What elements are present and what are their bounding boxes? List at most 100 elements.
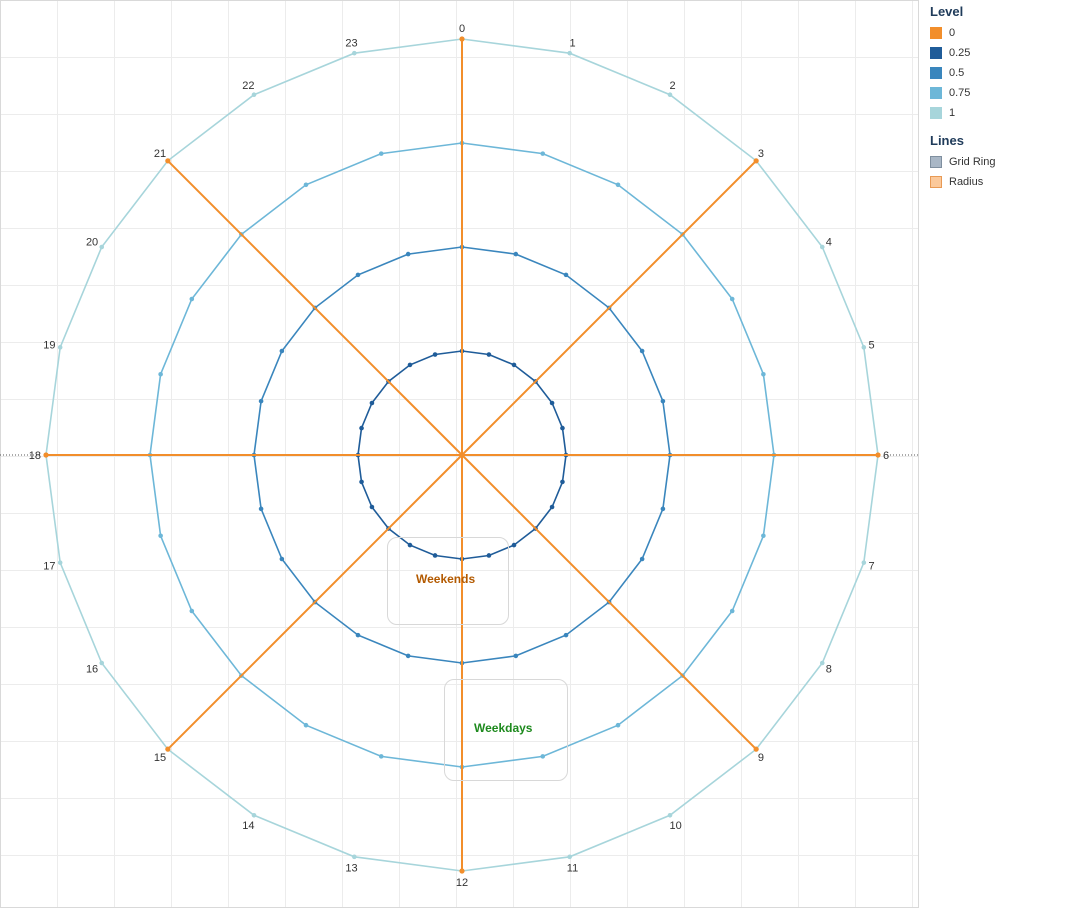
legend-level-title: Level xyxy=(930,4,964,19)
ring-point xyxy=(279,556,285,562)
legend-swatch xyxy=(930,27,942,39)
legend-label: Radius xyxy=(949,176,984,188)
hour-label: 7 xyxy=(869,561,875,573)
ring-point xyxy=(303,722,309,728)
hour-label: 11 xyxy=(567,863,578,875)
ring-point xyxy=(660,398,666,404)
hour-label: 3 xyxy=(758,148,764,160)
ring-point xyxy=(432,352,438,357)
ring-point xyxy=(819,244,825,250)
hour-label: 10 xyxy=(670,820,682,832)
ring-point xyxy=(560,425,565,431)
ring-point xyxy=(511,542,517,548)
ring-point xyxy=(352,854,357,860)
legend-swatch xyxy=(930,156,942,168)
legend-level-item[interactable]: 0.75 xyxy=(930,83,1065,103)
hour-label: 13 xyxy=(345,863,357,875)
hour-label: 8 xyxy=(826,664,832,676)
ring-point xyxy=(99,244,105,250)
legend-line-item[interactable]: Grid Ring xyxy=(930,152,1065,172)
ring-point xyxy=(560,479,565,485)
ring-point xyxy=(639,556,645,562)
ring-point xyxy=(355,632,361,638)
ring-point xyxy=(660,506,666,512)
legend-level-item[interactable]: 0 xyxy=(930,23,1065,43)
ring-point xyxy=(639,348,645,354)
ring-point xyxy=(615,722,621,728)
legend-swatch xyxy=(930,107,942,119)
legend-label: 0 xyxy=(949,27,956,39)
hour-label: 16 xyxy=(86,664,98,676)
ring-point xyxy=(549,400,555,406)
ring-point xyxy=(369,400,375,406)
ring-point xyxy=(667,812,673,818)
hour-label: 15 xyxy=(154,752,166,764)
legend-level-item[interactable]: 1 xyxy=(930,103,1065,123)
ring-point xyxy=(189,608,195,614)
hour-label: 23 xyxy=(345,38,357,50)
radius-end-point xyxy=(875,452,881,458)
hour-label: 14 xyxy=(242,820,254,832)
ring-point xyxy=(279,348,285,354)
ring-point xyxy=(761,371,766,377)
ring-point xyxy=(540,151,546,156)
ring-point xyxy=(158,371,163,377)
radius-line-21 xyxy=(167,160,463,456)
ring-point xyxy=(861,560,867,565)
legend-line-item[interactable]: Radius xyxy=(930,172,1065,192)
legend-label: 0.75 xyxy=(949,87,971,99)
radius-line-3 xyxy=(461,160,757,456)
hour-label: 4 xyxy=(826,237,832,249)
legend-swatch xyxy=(930,87,942,99)
hour-label: 9 xyxy=(758,752,764,764)
hour-label: 5 xyxy=(869,340,875,352)
hour-label: 17 xyxy=(43,561,55,573)
ring-point xyxy=(378,754,384,759)
hour-label: 2 xyxy=(670,80,676,92)
ring-point xyxy=(158,533,163,539)
ring-point xyxy=(729,296,735,302)
hour-label: 0 xyxy=(459,23,465,35)
ring-point xyxy=(729,608,735,614)
ring-point xyxy=(563,272,569,278)
ring-point xyxy=(251,812,257,818)
ring-point xyxy=(57,560,63,565)
radar-chart: 0 1 2 3 4 5 6 7 8 9 10 11 12 13 14 15 16 17 18 19 20 21 22 23 W… xyxy=(0,0,920,909)
legend-lines-list: Grid Ring Radius xyxy=(930,152,1065,192)
ring-point xyxy=(352,50,357,56)
ring-point xyxy=(258,398,264,404)
ring-point xyxy=(667,92,673,98)
ring-point xyxy=(511,362,517,368)
hour-label: 20 xyxy=(86,237,98,249)
ring-point xyxy=(819,660,825,666)
legend-label: 0.5 xyxy=(949,67,965,79)
ring-point xyxy=(57,345,63,350)
ring-point xyxy=(567,854,572,860)
radius-end-point xyxy=(43,452,49,458)
weekdays-annotation: Weekdays xyxy=(474,721,533,735)
legend-level-item[interactable]: 0.25 xyxy=(930,43,1065,63)
legend-swatch xyxy=(930,47,942,59)
ring-point xyxy=(405,251,411,257)
ring-point xyxy=(189,296,195,302)
ring-point xyxy=(303,182,309,188)
ring-point xyxy=(369,504,375,510)
ring-point xyxy=(359,479,364,485)
ring-point xyxy=(761,533,766,539)
ring-point xyxy=(486,352,492,357)
weekends-annotation: Weekends xyxy=(416,572,476,586)
hour-label: 22 xyxy=(242,80,254,92)
ring-point xyxy=(407,362,413,368)
hour-label: 18 xyxy=(29,450,41,462)
ring-point xyxy=(99,660,105,666)
hour-label: 12 xyxy=(456,877,468,889)
hour-label: 21 xyxy=(154,148,166,160)
ring-point xyxy=(378,151,384,156)
ring-point xyxy=(258,506,264,512)
ring-point xyxy=(861,345,867,350)
hour-label: 19 xyxy=(43,340,55,352)
radius-end-point xyxy=(459,868,465,874)
ring-point xyxy=(513,653,519,659)
legend-level-item[interactable]: 0.5 xyxy=(930,63,1065,83)
legend-label: 1 xyxy=(949,107,956,119)
